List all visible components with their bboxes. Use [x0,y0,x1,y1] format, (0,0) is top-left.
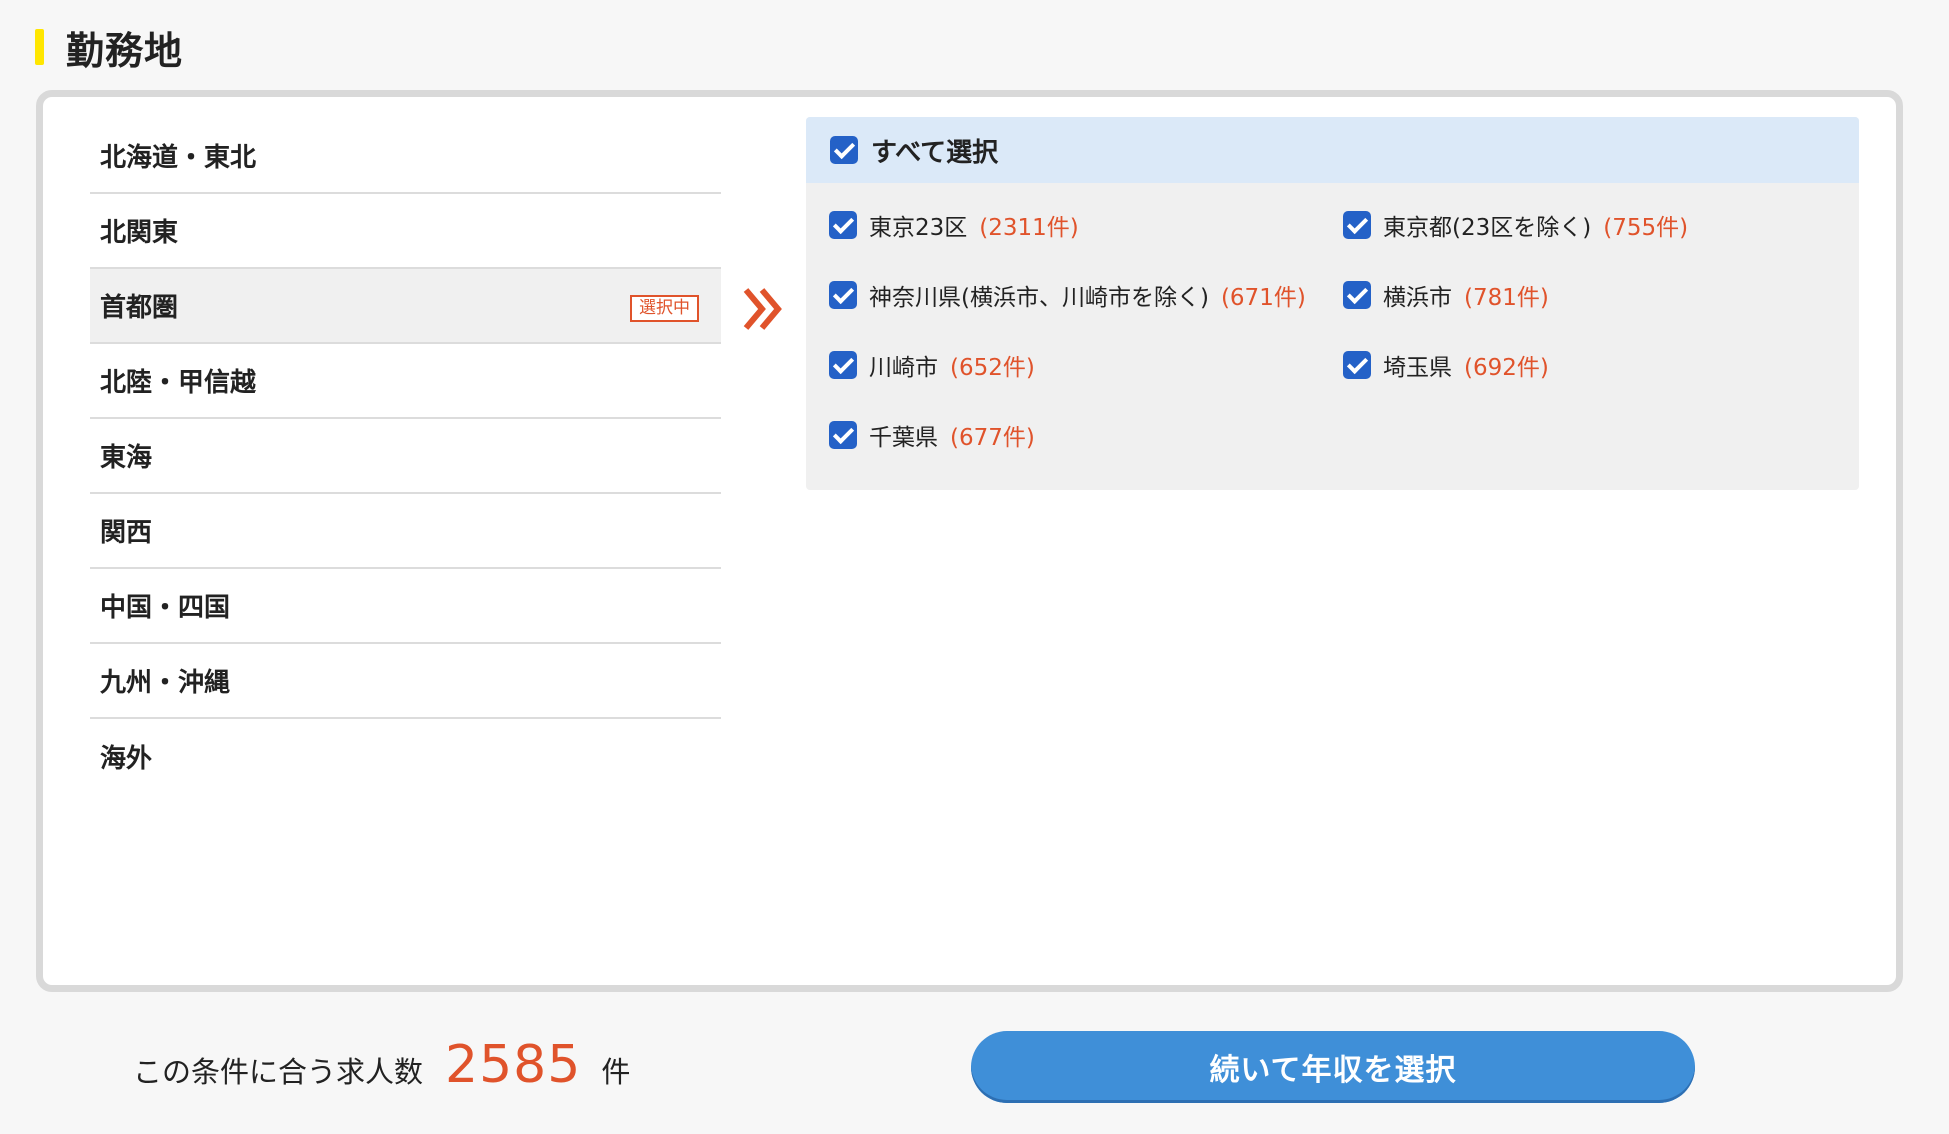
section-title: 勤務地 [35,22,184,73]
region-label: 中国・四国 [100,593,231,623]
region-list: 北海道・東北 北関東 首都圏 選択中 北陸・甲信越 東海 関西 中国・四国 九州… [90,119,721,794]
region-item-hokuriku-koshinetsu[interactable]: 北陸・甲信越 [90,344,721,419]
option-name: 埼玉県 [1383,355,1452,381]
option-yokohama[interactable]: 横浜市 (781件) [1343,278,1549,312]
option-count: (781件) [1464,285,1549,311]
region-label: 海外 [100,744,153,774]
option-count: (677件) [950,425,1035,451]
region-label: 九州・沖縄 [100,668,231,698]
checkbox[interactable] [829,421,857,449]
checkbox[interactable] [829,351,857,379]
option-kawasaki[interactable]: 川崎市 (652件) [829,348,1035,382]
option-name: 千葉県 [869,425,938,451]
sub-area-options: すべて選択 東京23区 (2311件) 東京都(23区を除く) (755件) 神… [806,117,1859,490]
region-label: 東海 [100,443,153,473]
option-chiba[interactable]: 千葉県 (677件) [829,418,1035,452]
option-count: (755件) [1603,215,1689,241]
checkbox[interactable] [829,281,857,309]
checkbox[interactable] [1343,211,1371,239]
select-all-row[interactable]: すべて選択 [806,117,1859,183]
page-title: 勤務地 [66,28,184,73]
double-chevron-right-icon [743,288,782,330]
region-item-kyushu-okinawa[interactable]: 九州・沖縄 [90,644,721,719]
next-select-salary-button[interactable]: 続いて年収を選択 [971,1031,1695,1103]
option-name: 川崎市 [869,355,938,381]
region-item-kita-kanto[interactable]: 北関東 [90,194,721,269]
select-all-checkbox[interactable] [830,136,858,164]
option-name: 神奈川県(横浜市、川崎市を除く) [869,285,1209,311]
region-item-shutoken[interactable]: 首都圏 選択中 [90,269,721,344]
option-tokyo-excluding-23ku[interactable]: 東京都(23区を除く) (755件) [1343,208,1688,242]
title-accent-bar [35,29,44,65]
select-all-label: すべて選択 [871,137,999,168]
region-item-overseas[interactable]: 海外 [90,719,721,794]
option-name: 横浜市 [1383,285,1452,311]
checkbox[interactable] [829,211,857,239]
job-count-unit: 件 [601,1055,631,1089]
region-item-chugoku-shikoku[interactable]: 中国・四国 [90,569,721,644]
checkbox[interactable] [1343,281,1371,309]
job-count-number: 2585 [445,1035,582,1095]
option-name: 東京23区 [869,215,968,241]
region-label: 北関東 [100,218,179,248]
option-tokyo-23ku[interactable]: 東京23区 (2311件) [829,208,1079,242]
selected-badge: 選択中 [630,295,699,322]
region-item-hokkaido-tohoku[interactable]: 北海道・東北 [90,119,721,194]
region-label: 関西 [100,518,153,548]
option-count: (671件) [1220,285,1306,311]
checkbox[interactable] [1343,351,1371,379]
location-panel: 北海道・東北 北関東 首都圏 選択中 北陸・甲信越 東海 関西 中国・四国 九州… [36,90,1903,992]
region-label: 北陸・甲信越 [100,368,257,398]
option-name: 東京都(23区を除く) [1383,215,1592,241]
option-count: (652件) [950,355,1035,381]
region-label: 首都圏 [100,293,179,323]
option-kanagawa[interactable]: 神奈川県(横浜市、川崎市を除く) (671件) [829,278,1306,312]
option-saitama[interactable]: 埼玉県 (692件) [1343,348,1549,382]
region-label: 北海道・東北 [100,143,257,173]
job-count-label: この条件に合う求人数 [133,1055,424,1089]
region-item-tokai[interactable]: 東海 [90,419,721,494]
option-count: (2311件) [979,215,1079,241]
region-item-kansai[interactable]: 関西 [90,494,721,569]
option-count: (692件) [1464,355,1549,381]
job-count-summary: この条件に合う求人数 2585 件 [133,1035,630,1095]
